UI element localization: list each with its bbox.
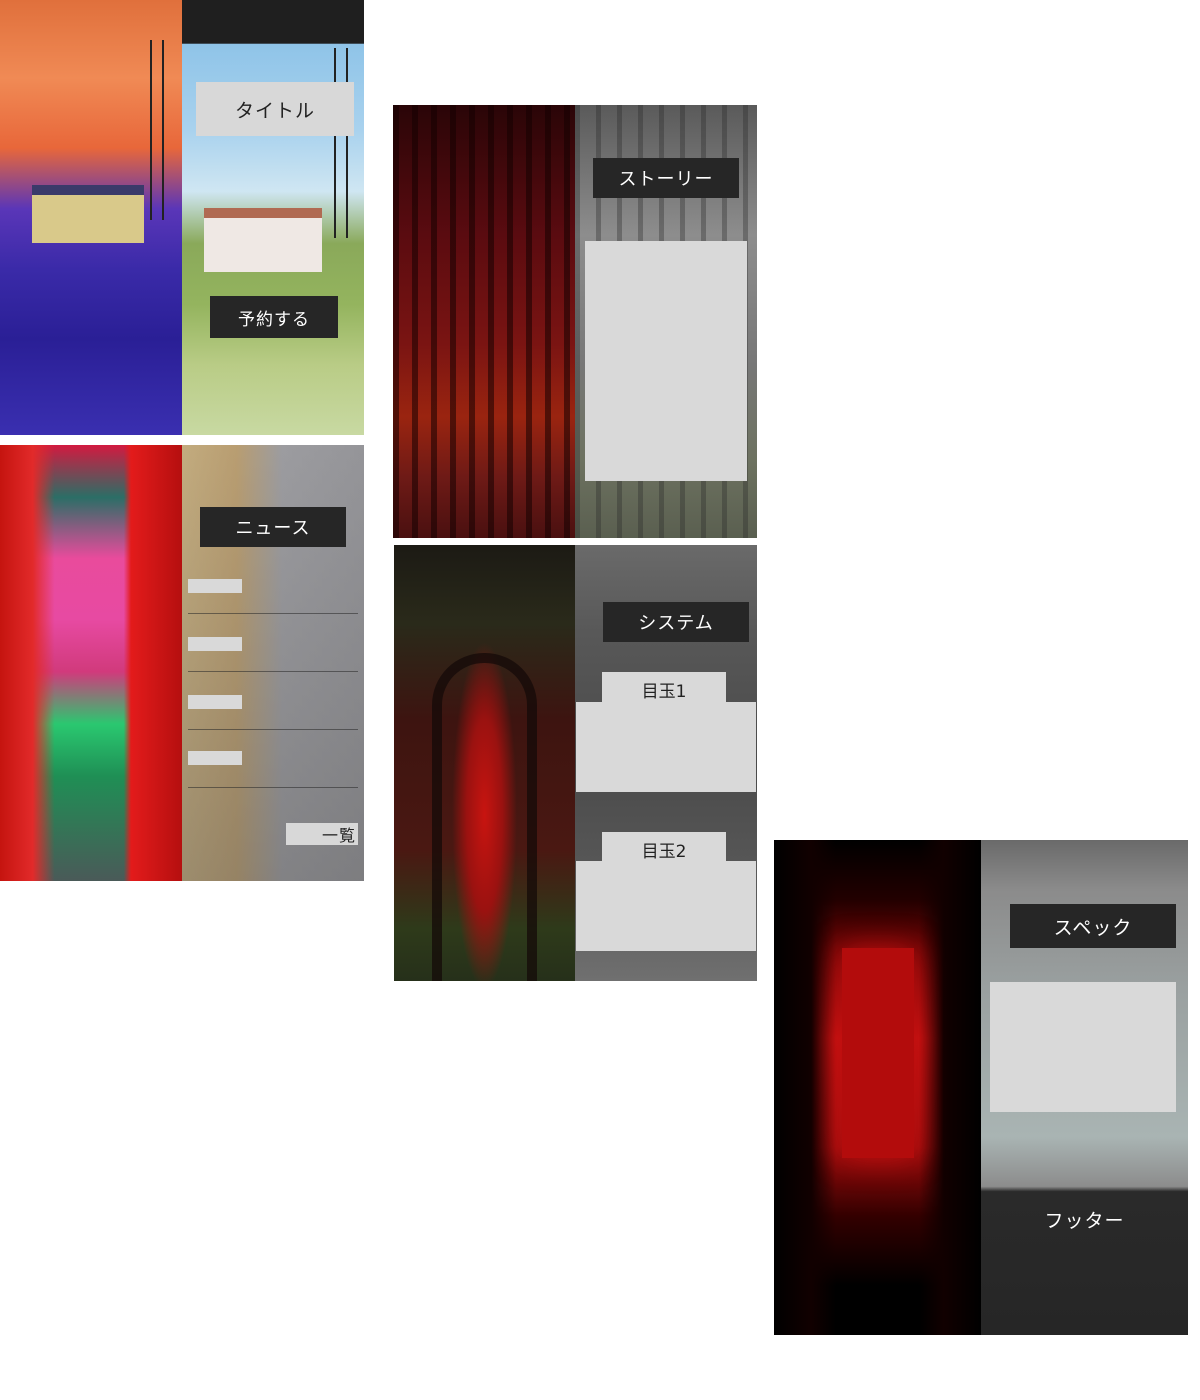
spec-photo-filtered [774, 840, 981, 1335]
news-divider [188, 613, 358, 614]
system-heading: システム [603, 602, 749, 642]
news-divider [188, 729, 358, 730]
feature1-label: 目玉1 [641, 682, 687, 702]
news-photo-filtered [0, 445, 182, 881]
title-photo-filtered [0, 0, 182, 435]
power-tower [150, 40, 152, 220]
footer-label: フッター [1044, 1210, 1125, 1232]
story-heading: ストーリー [593, 158, 739, 198]
house-image [204, 208, 322, 272]
spec-heading: スペック [1010, 904, 1176, 948]
feature1-card[interactable] [576, 702, 756, 792]
news-divider [188, 671, 358, 672]
story-photo-filtered [393, 105, 575, 538]
feature2-card[interactable] [576, 861, 756, 951]
news-item-placeholder[interactable] [188, 751, 242, 765]
news-item-placeholder[interactable] [188, 637, 242, 651]
spec-content-placeholder [990, 982, 1176, 1112]
title-panel: タイトル 予約する [0, 0, 364, 435]
news-heading: ニュース [200, 507, 346, 547]
title-photo-wireframe [182, 0, 364, 435]
story-content-placeholder [585, 241, 747, 481]
news-item-placeholder[interactable] [188, 695, 242, 709]
title-heading: タイトル [196, 82, 354, 136]
power-tower [162, 40, 164, 220]
feature2-label: 目玉2 [641, 842, 687, 862]
power-tower [346, 48, 348, 238]
news-panel: ニュース 一覧 [0, 445, 364, 881]
spec-panel: スペック フッター [774, 840, 1188, 1335]
house-image [32, 185, 144, 243]
news-list-link[interactable]: 一覧 [286, 823, 358, 845]
power-tower [334, 48, 336, 238]
reserve-button[interactable]: 予約する [210, 296, 338, 338]
archway [432, 653, 537, 981]
story-panel: ストーリー [393, 105, 757, 538]
system-photo-filtered [394, 545, 575, 981]
system-panel: システム 目玉1 目玉2 [394, 545, 757, 981]
news-divider [188, 787, 358, 788]
corridor-door [842, 948, 914, 1158]
news-item-placeholder[interactable] [188, 579, 242, 593]
